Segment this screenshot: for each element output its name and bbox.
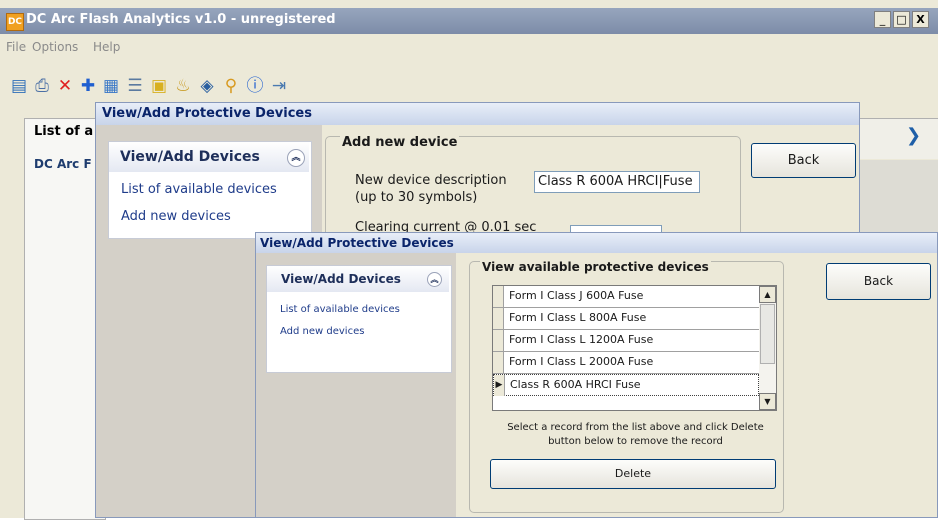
close-button[interactable]: X: [912, 11, 929, 28]
view-devices-dialog: View/Add Protective Devices View/Add Dev…: [255, 232, 938, 518]
devices-grid[interactable]: Form I Class J 600A Fuse Form I Class L …: [492, 285, 777, 411]
vertical-scrollbar[interactable]: ▲ ▼: [759, 286, 776, 410]
device-cell[interactable]: Class R 600A HRCI Fuse: [510, 378, 641, 391]
print-icon[interactable]: ⎙: [31, 76, 53, 96]
device-cell[interactable]: Form I Class L 1200A Fuse: [509, 333, 653, 346]
toolbar: ▤ ⎙ ✕ ✚ ▦ ☰ ▣ ♨ ◈ ⚲ ⓘ ⇥: [0, 60, 938, 98]
nav-header: View/Add Devices ︽: [267, 266, 449, 292]
maximize-button[interactable]: □: [893, 11, 910, 28]
table-row[interactable]: Form I Class L 2000A Fuse: [493, 352, 759, 374]
device-cell[interactable]: Form I Class L 2000A Fuse: [509, 355, 653, 368]
minimize-button[interactable]: _: [874, 11, 891, 28]
delete-button[interactable]: Delete: [490, 459, 776, 489]
app-icon: DC: [6, 13, 24, 31]
scroll-down-icon[interactable]: ▼: [759, 393, 776, 410]
nav-box: View/Add Devices ︽ List of available dev…: [108, 141, 312, 239]
nav-link-add-devices[interactable]: Add new devices: [280, 326, 364, 337]
device-description-label: New device description (up to 30 symbols…: [355, 173, 507, 205]
nav-link-list-devices[interactable]: List of available devices: [280, 304, 400, 315]
row-selector[interactable]: [493, 352, 504, 373]
menu-bar: File Options Help: [0, 36, 938, 60]
group-title: Add new device: [340, 135, 460, 150]
exit-icon[interactable]: ⇥: [268, 76, 290, 96]
main-left-panel: List of a DC Arc F: [24, 118, 106, 520]
book-icon[interactable]: ◈: [196, 76, 218, 96]
nav-link-list-devices[interactable]: List of available devices: [121, 182, 277, 197]
collapse-icon[interactable]: ︽: [427, 272, 442, 287]
device-cell[interactable]: Form I Class J 600A Fuse: [509, 289, 643, 302]
table-row-selected[interactable]: ▶ Class R 600A HRCI Fuse: [493, 374, 759, 396]
row-selector[interactable]: [493, 330, 504, 351]
tab-dc-arc-flash[interactable]: DC Arc F: [34, 157, 92, 171]
collapse-icon[interactable]: ︽: [287, 149, 305, 167]
row-selector[interactable]: [493, 286, 504, 307]
delete-icon[interactable]: ✕: [54, 76, 76, 96]
menu-help[interactable]: Help: [93, 40, 120, 54]
chevron-right-icon[interactable]: ❯: [906, 125, 921, 146]
tools-icon[interactable]: ♨: [172, 76, 194, 96]
calculator-icon[interactable]: ▦: [100, 76, 122, 96]
search-icon[interactable]: ⚲: [220, 76, 242, 96]
delete-hint: Select a record from the list above and …: [507, 422, 764, 447]
nav-box: View/Add Devices ︽ List of available dev…: [266, 265, 452, 373]
table-row[interactable]: Form I Class L 1200A Fuse: [493, 330, 759, 352]
nav-header-label: View/Add Devices: [120, 149, 260, 165]
window-title: DC Arc Flash Analytics v1.0 - unregister…: [26, 12, 336, 27]
table-row[interactable]: Form I Class J 600A Fuse: [493, 286, 759, 308]
dialog-title[interactable]: View/Add Protective Devices: [256, 233, 937, 253]
nav-header-label: View/Add Devices: [281, 272, 401, 286]
scroll-thumb[interactable]: [760, 304, 775, 364]
row-selector[interactable]: [493, 308, 504, 329]
info-icon[interactable]: ⓘ: [244, 76, 266, 96]
scroll-up-icon[interactable]: ▲: [759, 286, 776, 303]
nav-link-add-devices[interactable]: Add new devices: [121, 209, 231, 224]
nav-header: View/Add Devices ︽: [109, 142, 309, 172]
add-icon[interactable]: ✚: [77, 76, 99, 96]
back-button[interactable]: Back: [826, 263, 931, 300]
row-pointer-icon[interactable]: ▶: [494, 375, 505, 396]
list-icon[interactable]: ☰: [124, 76, 146, 96]
tab-list-of-devices[interactable]: List of a: [34, 124, 93, 139]
menu-options[interactable]: Options: [32, 40, 78, 54]
menu-file[interactable]: File: [6, 40, 26, 54]
device-cell[interactable]: Form I Class L 800A Fuse: [509, 311, 646, 324]
dialog-title[interactable]: View/Add Protective Devices: [96, 103, 859, 125]
group-title: View available protective devices: [480, 260, 711, 274]
new-icon[interactable]: ▤: [8, 76, 30, 96]
table-row[interactable]: Form I Class L 800A Fuse: [493, 308, 759, 330]
back-button[interactable]: Back: [751, 143, 856, 178]
report-icon[interactable]: ▣: [148, 76, 170, 96]
device-description-input[interactable]: Class R 600A HRCI|Fuse: [534, 171, 700, 193]
title-bar[interactable]: DC DC Arc Flash Analytics v1.0 - unregis…: [0, 8, 938, 34]
